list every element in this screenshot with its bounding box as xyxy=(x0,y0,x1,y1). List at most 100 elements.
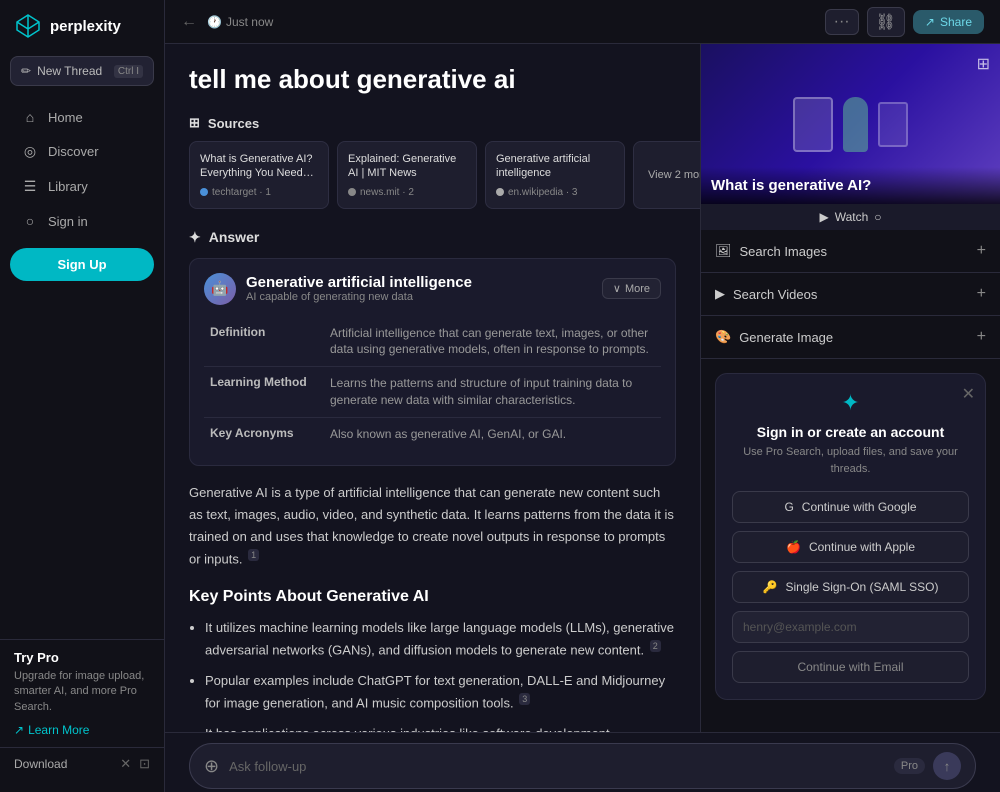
row-label-definition: Definition xyxy=(204,317,324,367)
generate-image-action[interactable]: 🎨 Generate Image + xyxy=(701,316,1000,359)
row-value-definition: Artificial intelligence that can generat… xyxy=(324,317,661,367)
more-label: More xyxy=(625,283,650,295)
logo: perplexity xyxy=(0,12,164,56)
search-images-label: Search Images xyxy=(740,244,827,259)
signup-button[interactable]: Sign Up xyxy=(10,248,154,281)
sources-icon: ⊞ xyxy=(189,115,200,131)
time-text: Just now xyxy=(226,15,273,29)
generate-image-label: Generate Image xyxy=(739,330,833,345)
row-value-acronyms: Also known as generative AI, GenAI, or G… xyxy=(324,417,661,450)
sidebar-item-discover[interactable]: ◎ Discover xyxy=(8,135,156,168)
main-paragraph-1: Generative AI is a type of artificial in… xyxy=(189,482,676,571)
source-card-2[interactable]: Explained: Generative AI | MIT News news… xyxy=(337,141,477,209)
signin-icon: ○ xyxy=(22,213,38,229)
sources-grid: What is Generative AI? Everything You Ne… xyxy=(189,141,676,209)
download-link[interactable]: Download xyxy=(14,757,67,771)
send-button[interactable]: ↑ xyxy=(933,752,961,780)
info-card-subtitle: AI capable of generating new data xyxy=(246,291,472,303)
source-name-3: en.wikipedia · 3 xyxy=(508,187,577,198)
answer-icon: ✦ xyxy=(189,229,201,246)
topbar: ← 🕐 Just now ··· ⛓ ↗ Share xyxy=(165,0,1000,44)
citation-ref: 1 xyxy=(248,549,259,561)
signin-close-button[interactable]: ✕ xyxy=(962,384,975,404)
discover-icon: ◎ xyxy=(22,143,38,160)
sources-header: ⊞ Sources xyxy=(189,115,676,131)
new-thread-icon: ✏ xyxy=(21,64,31,78)
source-name-1: techtarget · 1 xyxy=(212,187,271,198)
content-area: tell me about generative ai ⊞ Sources Wh… xyxy=(165,44,1000,732)
row-value-learning: Learns the patterns and structure of inp… xyxy=(324,367,661,418)
answer-panel: tell me about generative ai ⊞ Sources Wh… xyxy=(165,44,700,732)
sidebar-item-label: Sign in xyxy=(48,214,88,229)
sso-signin-button[interactable]: 🔑 Single Sign-On (SAML SSO) xyxy=(732,571,969,603)
info-card-title: Generative artificial intelligence xyxy=(246,274,472,291)
source-title-2: Explained: Generative AI | MIT News xyxy=(348,152,466,181)
followup-input[interactable] xyxy=(229,759,884,774)
list-item: Popular examples include ChatGPT for tex… xyxy=(205,671,676,714)
row-label-learning: Learning Method xyxy=(204,367,324,418)
sso-label: Single Sign-On (SAML SSO) xyxy=(786,580,939,594)
apple-label: Continue with Apple xyxy=(809,540,915,554)
videos-icon: ▶ xyxy=(715,286,725,302)
watch-button[interactable]: ▶ Watch ○ xyxy=(701,204,1000,230)
view-more-label: View 2 more xyxy=(648,169,700,181)
sidebar-item-signin[interactable]: ○ Sign in xyxy=(8,205,156,237)
key-points-list: It utilizes machine learning models like… xyxy=(189,618,676,732)
watch-circle-icon: ○ xyxy=(874,210,881,224)
add-button[interactable]: ⊕ xyxy=(204,756,219,777)
search-videos-action[interactable]: ▶ Search Videos + xyxy=(701,273,1000,316)
deco-device2 xyxy=(878,102,908,147)
plus-icon: + xyxy=(977,285,986,303)
google-signin-button[interactable]: G Continue with Google xyxy=(732,491,969,523)
send-icon: ↑ xyxy=(944,759,951,774)
perplexity-logo-icon xyxy=(14,12,42,40)
discord-icon[interactable]: ⊡ xyxy=(139,756,150,772)
source-card-1[interactable]: What is Generative AI? Everything You Ne… xyxy=(189,141,329,209)
learn-more-link[interactable]: ↗ Learn More xyxy=(14,723,150,737)
followup-bar: ⊕ Pro ↑ xyxy=(165,732,1000,792)
table-row: Learning Method Learns the patterns and … xyxy=(204,367,661,418)
twitter-icon[interactable]: ✕ xyxy=(120,756,131,772)
signin-logo: ✦ xyxy=(732,390,969,416)
source-card-3[interactable]: Generative artificial intelligence en.wi… xyxy=(485,141,625,209)
list-item: It has applications across various indus… xyxy=(205,724,676,732)
share-button[interactable]: ↗ Share xyxy=(913,10,984,34)
continue-email-button[interactable]: Continue with Email xyxy=(732,651,969,683)
table-row: Key Acronyms Also known as generative AI… xyxy=(204,417,661,450)
info-card-more-button[interactable]: ∨ More xyxy=(602,278,661,299)
more-options-button[interactable]: ··· xyxy=(825,9,859,35)
right-panel: ⊞ What is generative AI? ▶ Watch ○ 🖼 Sea… xyxy=(700,44,1000,732)
chain-link-button[interactable]: ⛓ xyxy=(867,7,905,37)
answer-label: Answer xyxy=(209,229,260,245)
view-more-button[interactable]: View 2 more xyxy=(633,141,700,209)
watch-icon: ▶ xyxy=(819,210,828,224)
deco-device xyxy=(793,97,833,152)
apple-icon: 🍎 xyxy=(786,540,801,554)
query-title: tell me about generative ai xyxy=(189,64,676,95)
learn-more-label: Learn More xyxy=(28,723,89,737)
deco-figure xyxy=(843,97,868,152)
ai-avatar: 🤖 xyxy=(204,273,236,305)
search-images-action[interactable]: 🖼 Search Images + xyxy=(701,230,1000,273)
signin-title: Sign in or create an account xyxy=(732,424,969,440)
info-card: 🤖 Generative artificial intelligence AI … xyxy=(189,258,676,466)
apple-signin-button[interactable]: 🍎 Continue with Apple xyxy=(732,531,969,563)
new-thread-label: New Thread xyxy=(37,64,102,78)
row-label-acronyms: Key Acronyms xyxy=(204,417,324,450)
search-videos-label: Search Videos xyxy=(733,287,817,302)
timestamp-label: 🕐 Just now xyxy=(207,15,273,29)
pro-badge: Pro xyxy=(894,758,925,774)
new-thread-button[interactable]: ✏ New Thread Ctrl I xyxy=(10,56,154,86)
video-thumbnail[interactable]: ⊞ What is generative AI? xyxy=(701,44,1000,204)
list-item: It utilizes machine learning models like… xyxy=(205,618,676,661)
sidebar-item-home[interactable]: ⌂ Home xyxy=(8,101,156,133)
try-pro-title: Try Pro xyxy=(14,650,150,665)
sidebar-item-library[interactable]: ☰ Library xyxy=(8,170,156,203)
answer-header: ✦ Answer xyxy=(189,229,676,246)
email-input[interactable] xyxy=(732,611,969,643)
plus-icon: + xyxy=(977,242,986,260)
source-title-3: Generative artificial intelligence xyxy=(496,152,614,181)
key-icon: 🔑 xyxy=(763,580,778,594)
source-dot-1 xyxy=(200,188,208,196)
back-button[interactable]: ← xyxy=(181,13,197,31)
